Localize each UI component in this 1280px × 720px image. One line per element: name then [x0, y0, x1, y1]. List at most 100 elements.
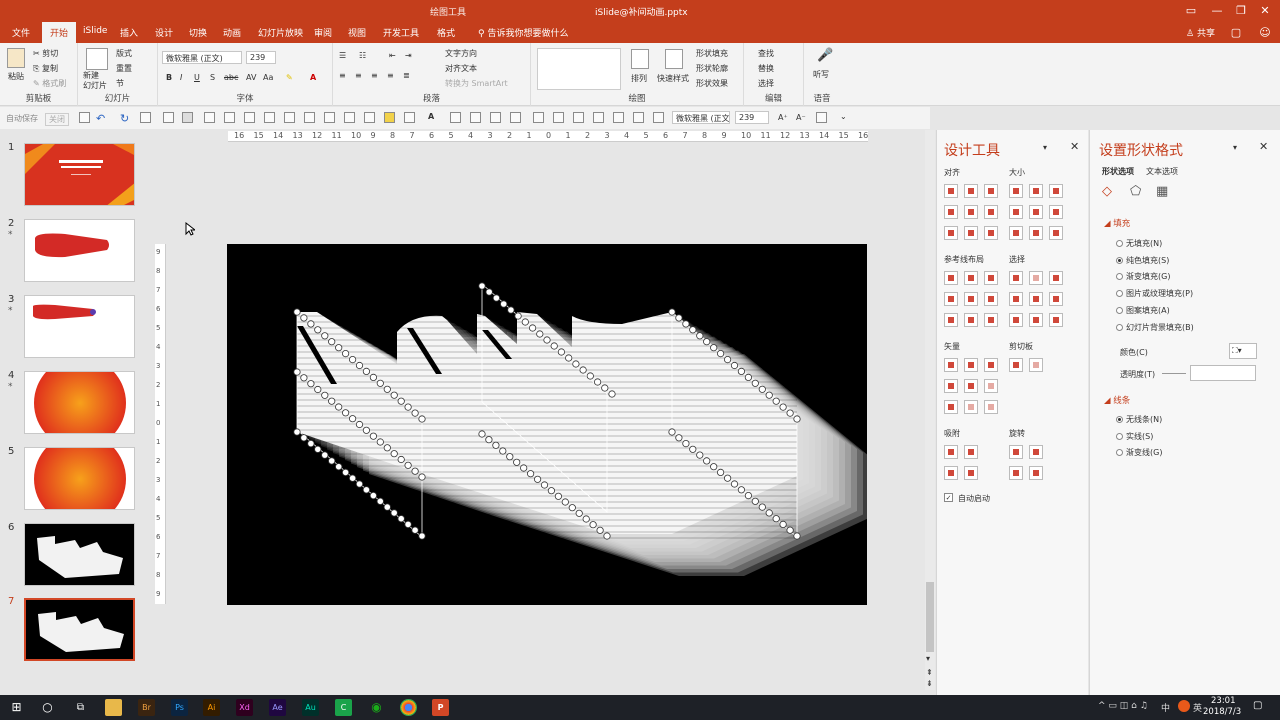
selection-handle[interactable]: [397, 397, 405, 405]
selection-handle[interactable]: [418, 473, 426, 481]
selection-handle[interactable]: [730, 361, 739, 370]
selection-handle[interactable]: [500, 300, 508, 308]
qat-tool-23-icon[interactable]: [653, 112, 664, 123]
fill-option-radio[interactable]: [1116, 290, 1123, 298]
clipboard-tool-2-icon[interactable]: [1029, 358, 1043, 372]
select-tool-5-icon[interactable]: [1029, 292, 1043, 306]
color-picker-button[interactable]: ⛶▾: [1229, 343, 1257, 359]
fill-option-label[interactable]: 图案填充(A): [1126, 305, 1170, 316]
selection-handle[interactable]: [307, 380, 315, 388]
tab-text-options[interactable]: 文本选项: [1146, 166, 1178, 177]
powerpoint-app-icon[interactable]: P: [432, 699, 449, 716]
selection-handle[interactable]: [335, 403, 343, 411]
font-name-combo[interactable]: 微软雅黑 (正文): [162, 51, 242, 64]
new-slide-button[interactable]: 新建 幻灯片: [83, 71, 107, 91]
selection-handle[interactable]: [547, 487, 555, 495]
selection-handle[interactable]: [383, 503, 391, 511]
select-tool-9-icon[interactable]: [1049, 313, 1063, 327]
tab-islide[interactable]: iSlide: [83, 26, 107, 36]
selection-handle[interactable]: [793, 532, 801, 540]
guide-tool-8-icon[interactable]: [964, 313, 978, 327]
align-tool-1-icon[interactable]: [944, 184, 958, 198]
selection-handle[interactable]: [485, 288, 493, 296]
format-panel-close-icon[interactable]: ✕: [1259, 140, 1268, 153]
tab-format[interactable]: 格式: [437, 26, 455, 39]
slide-thumbnail-4[interactable]: [24, 371, 135, 434]
camtasia-app-icon[interactable]: C: [335, 699, 352, 716]
selection-handle[interactable]: [550, 342, 558, 350]
italic-button[interactable]: I: [180, 73, 182, 82]
tab-file[interactable]: 文件: [12, 26, 30, 39]
windows-start-icon[interactable]: ⊞: [8, 699, 25, 716]
selection-handle[interactable]: [293, 368, 301, 376]
qat-tool-1-icon[interactable]: [140, 112, 151, 123]
share-button[interactable]: ♙ 共享: [1186, 26, 1215, 39]
qat-tool-5-icon[interactable]: [224, 112, 235, 123]
selection-handle[interactable]: [758, 503, 766, 511]
bullets-icon[interactable]: ☰: [339, 51, 346, 60]
transparency-input[interactable]: [1190, 365, 1256, 381]
size-tool-8-icon[interactable]: [1029, 226, 1043, 240]
size-tool-7-icon[interactable]: [1009, 226, 1023, 240]
task-view-icon[interactable]: ⧉: [72, 699, 89, 716]
selection-handle[interactable]: [575, 509, 583, 517]
selection-handle[interactable]: [561, 498, 569, 506]
arrange-button[interactable]: 排列: [631, 73, 647, 84]
comment-icon[interactable]: ▢: [1228, 25, 1244, 41]
change-case-button[interactable]: Aa: [263, 73, 273, 82]
restore-button[interactable]: ❐: [1233, 3, 1249, 19]
selection-handle[interactable]: [355, 361, 364, 370]
tell-me-search[interactable]: ⚲ 告诉我你想要做什么: [478, 26, 568, 39]
selection-handle[interactable]: [335, 344, 343, 352]
selection-handle[interactable]: [328, 457, 336, 465]
text-direction-button[interactable]: 文字方向: [445, 48, 477, 59]
selection-handle[interactable]: [710, 344, 718, 352]
snap-tool-1-icon[interactable]: [944, 445, 958, 459]
selection-handle[interactable]: [557, 348, 565, 356]
selection-handle[interactable]: [696, 332, 704, 340]
select-tool-8-icon[interactable]: [1029, 313, 1043, 327]
selection-handle[interactable]: [376, 438, 384, 446]
tray-app-icon[interactable]: [1178, 700, 1190, 712]
selection-handle[interactable]: [744, 492, 753, 500]
size-tool-9-icon[interactable]: [1049, 226, 1063, 240]
find-button[interactable]: 查找: [758, 48, 774, 59]
char-spacing-button[interactable]: AV: [246, 73, 256, 82]
vector-tool-1-icon[interactable]: [944, 358, 958, 372]
underline-button[interactable]: U: [194, 73, 200, 82]
font-color-button[interactable]: A: [310, 73, 316, 82]
reset-button[interactable]: 重置: [116, 63, 132, 74]
autosave-toggle[interactable]: 关闭: [45, 113, 69, 126]
size-tool-2-icon[interactable]: [1029, 184, 1043, 198]
language-indicator[interactable]: 英: [1193, 701, 1202, 714]
qat-tool-2-icon[interactable]: [163, 112, 174, 123]
snap-tool-4-icon[interactable]: [964, 466, 978, 480]
guide-tool-2-icon[interactable]: [964, 271, 978, 285]
rotate-tool-2-icon[interactable]: [1029, 445, 1043, 459]
selection-handle[interactable]: [342, 409, 350, 417]
selection-handle[interactable]: [369, 432, 377, 440]
qat-more-icon[interactable]: ⌄: [840, 112, 847, 121]
tab-home[interactable]: 开始: [42, 22, 77, 43]
scroll-down-icon[interactable]: ▾: [926, 654, 930, 663]
size-tool-3-icon[interactable]: [1049, 184, 1063, 198]
fill-line-icon[interactable]: ◇: [1102, 184, 1112, 199]
qat-font-name[interactable]: 微软雅黑 (正文): [672, 111, 730, 124]
tab-slideshow[interactable]: 幻灯片放映: [258, 26, 303, 39]
smiley-icon[interactable]: ☺: [1257, 25, 1273, 41]
selection-handle[interactable]: [342, 468, 350, 476]
select-tool-2-icon[interactable]: [1029, 271, 1043, 285]
photoshop-app-icon[interactable]: Ps: [171, 699, 188, 716]
qat-tool-22-icon[interactable]: [633, 112, 644, 123]
tray-icons[interactable]: ^ ▭ ◫ ⌂ ♫: [1098, 701, 1148, 711]
selection-handle[interactable]: [369, 373, 377, 381]
selection-handle[interactable]: [349, 415, 357, 423]
fill-option-label[interactable]: 幻灯片背景填充(B): [1126, 322, 1194, 333]
selection-handle[interactable]: [601, 384, 609, 392]
fill-option-radio[interactable]: [1116, 306, 1123, 314]
select-tool-3-icon[interactable]: [1049, 271, 1063, 285]
selection-handle[interactable]: [682, 320, 690, 328]
vector-tool-2-icon[interactable]: [964, 358, 978, 372]
selection-handle[interactable]: [411, 526, 419, 534]
selection-handle[interactable]: [758, 385, 766, 393]
